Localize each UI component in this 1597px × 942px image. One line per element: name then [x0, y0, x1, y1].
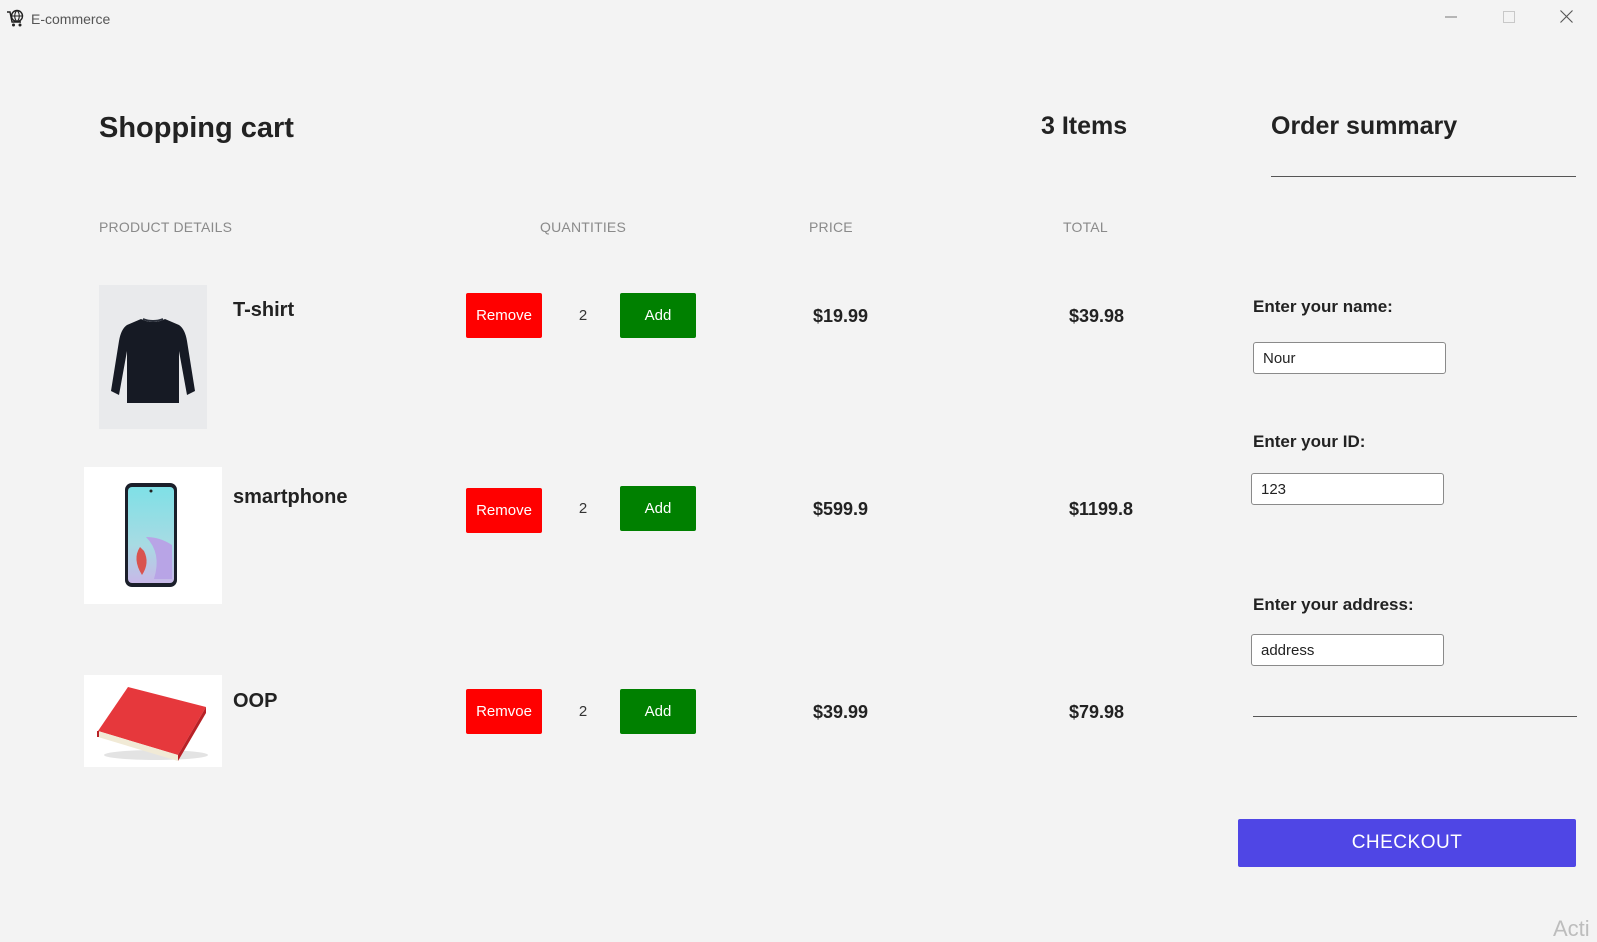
order-summary-title: Order summary	[1271, 112, 1458, 140]
product-name: OOP	[233, 690, 278, 712]
name-label: Enter your name:	[1253, 297, 1393, 316]
remove-button[interactable]: Remvoe	[466, 689, 542, 734]
name-input[interactable]	[1253, 342, 1446, 374]
quantity-value: 2	[578, 703, 588, 720]
product-name: smartphone	[233, 486, 348, 508]
item-total: $1199.8	[1069, 499, 1134, 519]
shopping-cart-globe-icon	[6, 8, 26, 28]
column-header-product: PRODUCT DETAILS	[99, 219, 233, 235]
item-total: $79.98	[1069, 702, 1125, 722]
title-bar: E-commerce	[0, 0, 1597, 38]
address-input[interactable]	[1251, 634, 1444, 666]
quantity-value: 2	[578, 307, 588, 324]
page-title: Shopping cart	[99, 112, 294, 144]
quantity-value: 2	[578, 500, 588, 517]
column-header-quantity: QUANTITIES	[540, 219, 627, 235]
minimize-button[interactable]	[1428, 6, 1474, 32]
product-name: T-shirt	[233, 299, 295, 321]
item-total: $39.98	[1069, 306, 1125, 326]
add-button[interactable]: Add	[620, 689, 696, 734]
id-input[interactable]	[1251, 473, 1444, 505]
activation-watermark: Acti	[1553, 916, 1590, 941]
add-button[interactable]: Add	[620, 293, 696, 338]
address-label: Enter your address:	[1253, 595, 1414, 614]
product-image-tshirt	[99, 285, 207, 429]
remove-button[interactable]: Remove	[466, 293, 542, 338]
window-title: E-commerce	[31, 11, 111, 27]
maximize-icon	[1503, 10, 1515, 28]
close-button[interactable]	[1543, 6, 1589, 32]
minimize-icon	[1445, 10, 1457, 28]
column-header-total: TOTAL	[1063, 219, 1108, 235]
id-label: Enter your ID:	[1253, 432, 1366, 451]
close-icon	[1559, 10, 1573, 28]
item-price: $19.99	[813, 306, 869, 326]
summary-divider	[1271, 176, 1576, 177]
checkout-button[interactable]: CHECKOUT	[1238, 819, 1576, 867]
remove-button[interactable]: Remove	[466, 488, 542, 533]
maximize-button[interactable]	[1486, 6, 1532, 32]
form-divider	[1253, 716, 1577, 717]
product-image-book	[84, 675, 222, 767]
item-price: $599.9	[813, 499, 869, 519]
items-count: 3 Items	[1041, 112, 1128, 140]
add-button[interactable]: Add	[620, 486, 696, 531]
product-image-smartphone	[84, 467, 222, 604]
column-header-price: PRICE	[809, 219, 853, 235]
item-price: $39.99	[813, 702, 869, 722]
